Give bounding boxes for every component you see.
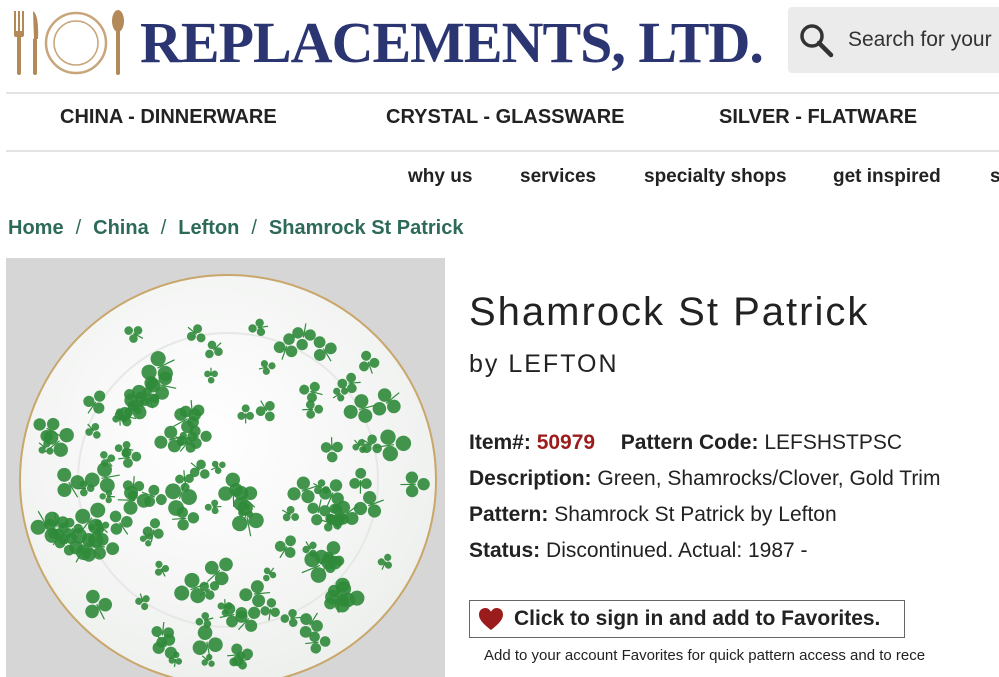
- breadcrumb: Home / China / Lefton / Shamrock St Patrick: [8, 217, 463, 240]
- search-box[interactable]: Search for your: [788, 7, 999, 73]
- description-label: Description:: [469, 467, 592, 490]
- item-number-label: Item#:: [469, 431, 531, 454]
- breadcrumb-separator: /: [251, 217, 257, 239]
- pattern-line: Pattern: Shamrock St Patrick by Lefton: [469, 497, 940, 533]
- product-title: Shamrock St Patrick: [469, 290, 870, 334]
- favorites-button-label: Click to sign in and add to Favorites.: [514, 607, 881, 630]
- nav-china-dinnerware[interactable]: CHINA - DINNERWARE: [60, 106, 277, 129]
- add-to-favorites-button[interactable]: Click to sign in and add to Favorites.: [469, 600, 905, 638]
- subnav-services[interactable]: services: [520, 166, 596, 188]
- product-details: Item#: 50979 Pattern Code: LEFSHSTPSC De…: [469, 425, 940, 569]
- nav-silver-flatware[interactable]: SILVER - FLATWARE: [719, 106, 917, 129]
- place-setting-logo-icon: [14, 10, 124, 75]
- secondary-nav: why us services specialty shops get insp…: [0, 166, 999, 198]
- item-line: Item#: 50979 Pattern Code: LEFSHSTPSC: [469, 425, 940, 461]
- subnav-truncated-item[interactable]: s: [990, 166, 999, 188]
- search-placeholder[interactable]: Search for your: [848, 28, 992, 52]
- brand-name: REPLACEMENTS, LTD.: [140, 10, 764, 75]
- favorites-note: Add to your account Favorites for quick …: [484, 647, 926, 664]
- heart-icon: [479, 608, 503, 630]
- pattern-code: LEFSHSTPSC: [764, 431, 903, 454]
- site-logo[interactable]: REPLACEMENTS, LTD.: [6, 4, 764, 82]
- subnav-specialty-shops[interactable]: specialty shops: [644, 166, 787, 188]
- breadcrumb-home[interactable]: Home: [8, 217, 64, 239]
- nav-crystal-glassware[interactable]: CRYSTAL - GLASSWARE: [386, 106, 625, 129]
- search-icon[interactable]: [798, 22, 834, 58]
- breadcrumb-separator: /: [75, 217, 82, 239]
- status-value: Discontinued. Actual: 1987 -: [546, 539, 808, 562]
- category-divider: [6, 150, 999, 152]
- breadcrumb-current[interactable]: Shamrock St Patrick: [269, 217, 464, 239]
- pattern-label: Pattern:: [469, 503, 549, 526]
- breadcrumb-china[interactable]: China: [93, 217, 149, 239]
- header-divider: [6, 92, 999, 94]
- shamrock-plate-image: [6, 258, 445, 677]
- pattern-code-label: Pattern Code:: [620, 431, 759, 454]
- pattern-value: Shamrock St Patrick by Lefton: [554, 503, 837, 526]
- subnav-why-us[interactable]: why us: [408, 166, 472, 188]
- subnav-get-inspired[interactable]: get inspired: [833, 166, 941, 188]
- description-line: Description: Green, Shamrocks/Clover, Go…: [469, 461, 940, 497]
- item-number: 50979: [536, 431, 596, 454]
- breadcrumb-lefton[interactable]: Lefton: [178, 217, 239, 239]
- status-line: Status: Discontinued. Actual: 1987 -: [469, 533, 940, 569]
- product-manufacturer: by LEFTON: [469, 350, 619, 378]
- breadcrumb-separator: /: [160, 217, 167, 239]
- category-nav: CHINA - DINNERWARE CRYSTAL - GLASSWARE S…: [0, 106, 999, 140]
- status-label: Status:: [469, 539, 541, 562]
- description-value: Green, Shamrocks/Clover, Gold Trim: [597, 467, 941, 490]
- product-image[interactable]: [6, 258, 445, 677]
